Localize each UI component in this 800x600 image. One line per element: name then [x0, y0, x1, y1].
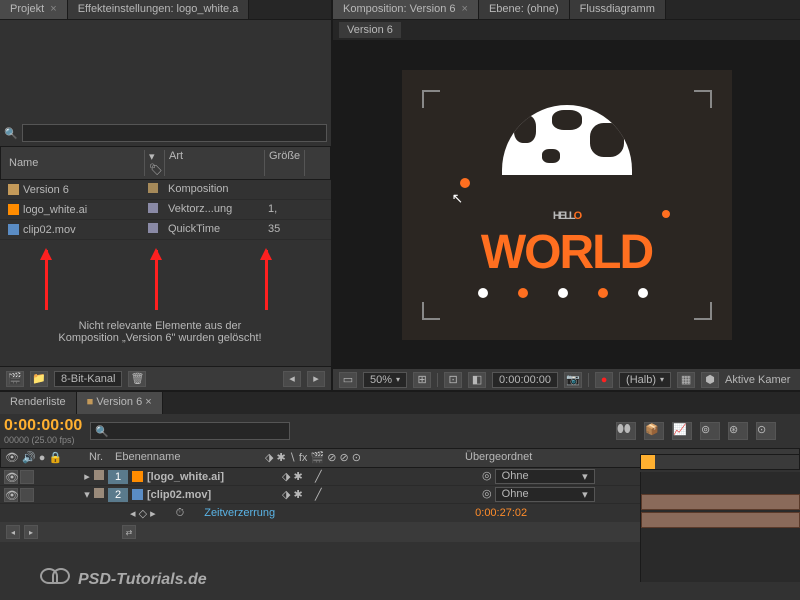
layer-switches[interactable]: ⬗ ✱ ╱	[278, 488, 478, 501]
lock-toggle[interactable]	[20, 470, 34, 484]
composition-icon	[8, 184, 19, 195]
graph-button[interactable]: 📈	[672, 422, 692, 440]
current-timecode[interactable]: 0:00:00:00	[4, 417, 82, 435]
motion-blur-button[interactable]: ⊚	[700, 422, 720, 440]
search-icon: 🔍	[4, 127, 18, 140]
resolution-button[interactable]: ⊞	[413, 372, 431, 388]
col-header-size[interactable]: Größe	[265, 150, 305, 176]
render-queue-tab[interactable]: Renderliste	[0, 392, 77, 414]
project-item[interactable]: clip02.mov QuickTime 35	[0, 220, 331, 240]
stopwatch-icon[interactable]: ⏱	[176, 507, 185, 520]
expand-icon[interactable]: ▸	[80, 470, 94, 483]
brainstorm-button[interactable]: ⊛	[728, 422, 748, 440]
mask-button[interactable]: ◧	[468, 372, 486, 388]
parent-dropdown[interactable]: Ohne▾	[495, 469, 595, 484]
layer-number: 2	[108, 488, 128, 502]
comp-breadcrumb[interactable]: Version 6	[339, 22, 401, 38]
zoom-dropdown[interactable]: 50%	[363, 372, 407, 388]
ai-file-icon	[8, 204, 19, 215]
expand-icon[interactable]: ▾	[80, 488, 94, 501]
camera-label[interactable]: Aktive Kamer	[725, 374, 790, 386]
scroll-right-button[interactable]: ▸	[307, 371, 325, 387]
next-key-button[interactable]: ▸	[24, 525, 38, 539]
bitdepth-button[interactable]: 8-Bit-Kanal	[54, 371, 122, 387]
delete-button[interactable]: 🗑	[128, 371, 146, 387]
grid-button[interactable]: ⊡	[444, 372, 462, 388]
fps-label: 00000 (25.00 fps)	[4, 435, 82, 445]
region-button[interactable]: ▭	[339, 372, 357, 388]
viewer-timecode[interactable]: 0:00:00:00	[492, 372, 558, 388]
pickwhip-icon[interactable]: ◎	[482, 470, 492, 482]
label-swatch[interactable]	[148, 223, 158, 233]
time-remap-property[interactable]: Zeitverzerrung	[204, 507, 275, 519]
ai-file-icon	[132, 471, 143, 482]
close-icon[interactable]: ×	[50, 3, 56, 15]
layer-name-header[interactable]: Ebenenname	[111, 451, 261, 465]
composition-viewer[interactable]: HELLO WORLD ↖	[333, 41, 800, 368]
timeline-ruler[interactable]	[640, 454, 800, 470]
timeline-search-input[interactable]	[90, 422, 290, 440]
mov-file-icon	[132, 489, 143, 500]
draft3d-button[interactable]: ⬮⬮	[616, 422, 636, 440]
butterfly-icon	[40, 568, 70, 592]
layer-number: 1	[108, 470, 128, 484]
viewer-toolbar: ▭ 50% ⊞ ⊡ ◧ 0:00:00:00 📷 ● (Halb) ▦ ⬢ Ak…	[333, 368, 800, 390]
cursor-icon: ↖	[452, 190, 464, 207]
scroll-left-button[interactable]: ◂	[283, 371, 301, 387]
col-header-name[interactable]: Name	[5, 150, 145, 176]
mov-file-icon	[8, 224, 19, 235]
col-header-tag[interactable]: ▾ 🏷	[145, 150, 165, 176]
project-columns-header: Name ▾ 🏷 Art Größe	[0, 146, 331, 180]
close-icon[interactable]: ×	[462, 3, 468, 15]
interpret-footage-button[interactable]: 🎬	[6, 371, 24, 387]
project-tab[interactable]: Projekt×	[0, 0, 68, 19]
label-swatch[interactable]	[94, 488, 104, 498]
layer-switches[interactable]: ⬗ ✱ ╱	[278, 470, 478, 483]
layer-number-header[interactable]: Nr.	[81, 451, 111, 465]
parent-dropdown[interactable]: Ohne▾	[495, 487, 595, 502]
visibility-toggle[interactable]: 👁	[4, 470, 18, 484]
timeline-tracks[interactable]	[640, 472, 800, 582]
transparency-button[interactable]: ▦	[677, 372, 695, 388]
close-icon[interactable]: ×	[142, 396, 151, 408]
watermark: PSD-Tutorials.de	[40, 568, 207, 592]
col-header-type[interactable]: Art	[165, 150, 265, 176]
keyframe-nav[interactable]: ◂ ◇ ▸	[130, 507, 156, 520]
timeline-comp-tab[interactable]: ■ Version 6 ×	[77, 392, 163, 414]
project-item[interactable]: Version 6 Komposition	[0, 180, 331, 200]
auto-keyframe-button[interactable]: ⊙	[756, 422, 776, 440]
preview-content: HELLO WORLD ↖	[402, 70, 732, 340]
parent-header[interactable]: Übergeordnet	[461, 451, 601, 465]
project-item[interactable]: logo_white.ai Vektorz...ung 1,	[0, 200, 331, 220]
visibility-toggle[interactable]: 👁	[4, 488, 18, 502]
annotation-overlay: Nicht relevante Elemente aus der Komposi…	[0, 240, 331, 366]
switches-header: ⬗ ✱ ∖ fx 🎬 ⊘ ⊘ ⊙	[261, 451, 461, 465]
label-swatch[interactable]	[148, 203, 158, 213]
flowchart-tab[interactable]: Flussdiagramm	[570, 0, 666, 19]
project-footer-toolbar: 🎬 📁 8-Bit-Kanal 🗑 ◂ ▸	[0, 366, 331, 390]
quality-dropdown[interactable]: (Halb)	[619, 372, 671, 388]
channel-button[interactable]: ●	[595, 372, 613, 388]
layer-tab[interactable]: Ebene: (ohne)	[479, 0, 570, 19]
visibility-header: 👁 🔊 ● 🔒	[1, 451, 81, 465]
label-swatch[interactable]	[148, 183, 158, 193]
toggle-switches-button[interactable]: ⇄	[122, 525, 136, 539]
prev-key-button[interactable]: ◂	[6, 525, 20, 539]
new-folder-button[interactable]: 📁	[30, 371, 48, 387]
effect-controls-tab[interactable]: Effekteinstellungen: logo_white.a	[68, 0, 250, 19]
snapshot-button[interactable]: 📷	[564, 372, 582, 388]
3d-button[interactable]: ⬢	[701, 372, 719, 388]
lock-toggle[interactable]	[20, 488, 34, 502]
label-swatch[interactable]	[94, 470, 104, 480]
pickwhip-icon[interactable]: ◎	[482, 488, 492, 500]
box-button[interactable]: 📦	[644, 422, 664, 440]
time-remap-value[interactable]: 0:00:27:02	[475, 507, 527, 519]
composition-tab[interactable]: Komposition: Version 6×	[333, 0, 479, 19]
project-search-input[interactable]	[22, 124, 327, 142]
